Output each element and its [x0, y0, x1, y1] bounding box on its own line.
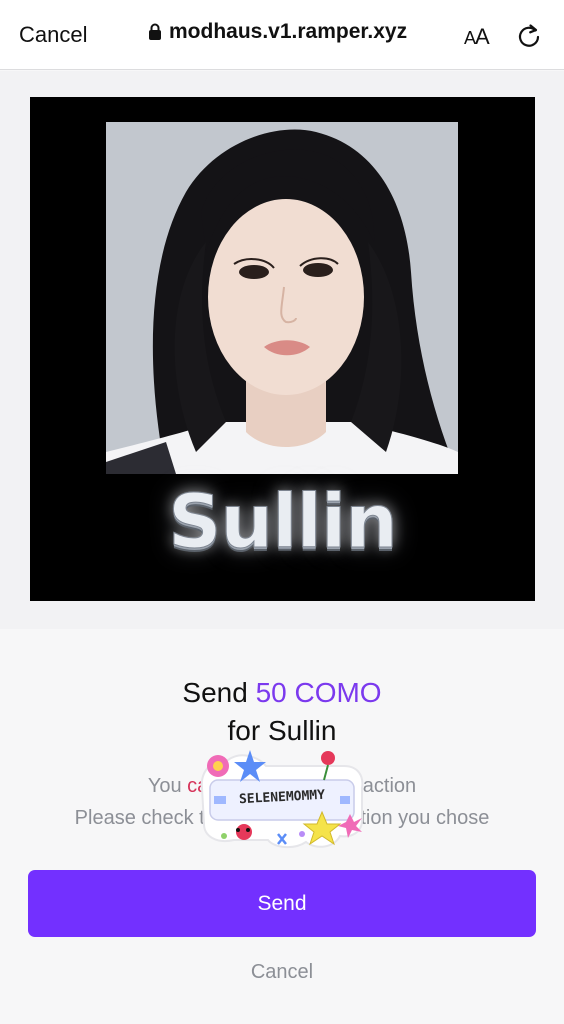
text-size-button[interactable]: AA	[464, 24, 490, 50]
send-title: Send 50 COMO	[0, 677, 564, 709]
browser-toolbar: Cancel modhaus.v1.ramper.xyz AA	[0, 0, 564, 70]
selenemommy-sticker: SELENEMOMMY	[194, 740, 366, 852]
address-bar[interactable]: modhaus.v1.ramper.xyz	[148, 20, 407, 44]
warning-line2-start: Please check t	[74, 807, 205, 829]
browser-cancel-button[interactable]: Cancel	[19, 22, 87, 48]
text-size-small-glyph: A	[464, 28, 476, 48]
objekt-card: Sullin	[30, 97, 535, 601]
member-name-title: Sullin	[168, 479, 399, 566]
reload-icon[interactable]	[515, 21, 543, 49]
cancel-link[interactable]: Cancel	[0, 961, 564, 984]
confirm-sheet: Send 50 COMO for Sullin You ca nsaction …	[0, 629, 564, 1024]
lock-icon	[148, 23, 162, 41]
send-title-prefix: Send	[182, 677, 256, 708]
member-photo	[106, 122, 458, 474]
send-amount: 50 COMO	[255, 677, 382, 708]
send-button[interactable]: Send	[28, 870, 536, 937]
nft-media-area: Sullin	[0, 71, 564, 629]
warning-line1-start: You	[147, 775, 188, 797]
text-size-large-glyph: A	[475, 24, 490, 49]
url-text: modhaus.v1.ramper.xyz	[169, 20, 408, 43]
